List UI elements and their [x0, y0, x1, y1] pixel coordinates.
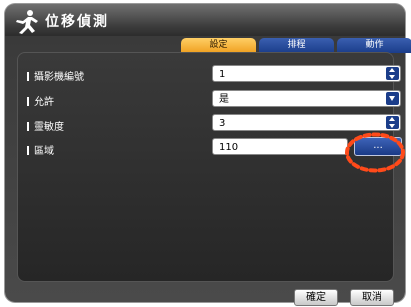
motion-detection-window: 位移偵測 設定 排程 動作 攝影機編號 1 允許 是 靈敏度 3 區域 110 …	[5, 4, 411, 306]
sensitivity-value: 3	[219, 118, 226, 129]
sensitivity-label: 靈敏度	[27, 118, 64, 133]
window-title: 位移偵測	[45, 14, 109, 30]
title-bar: 位移偵測	[5, 4, 405, 36]
region-edit-button[interactable]: ...	[354, 137, 402, 156]
cancel-button[interactable]: 取消	[350, 289, 394, 306]
tab-settings[interactable]: 設定	[181, 38, 256, 53]
enable-label: 允許	[27, 93, 54, 108]
chevron-down-icon[interactable]	[386, 92, 399, 105]
ok-button[interactable]: 確定	[294, 289, 338, 306]
camera-number-label: 攝影機編號	[27, 68, 84, 83]
camera-number-stepper[interactable]: 1	[212, 65, 401, 82]
camera-number-value: 1	[219, 69, 226, 80]
spin-arrows-icon[interactable]	[386, 116, 399, 129]
sensitivity-stepper[interactable]: 3	[212, 114, 401, 131]
running-person-icon	[16, 10, 38, 34]
tab-bar: 設定 排程 動作	[181, 38, 411, 53]
spin-arrows-icon[interactable]	[386, 67, 399, 80]
region-label: 區域	[27, 142, 54, 157]
region-field: 110	[212, 138, 348, 155]
enable-value: 是	[219, 94, 229, 105]
tab-schedule[interactable]: 排程	[259, 38, 334, 53]
enable-select[interactable]: 是	[212, 90, 401, 107]
tab-action[interactable]: 動作	[337, 38, 411, 53]
settings-panel	[17, 52, 394, 282]
region-value: 110	[219, 142, 239, 153]
